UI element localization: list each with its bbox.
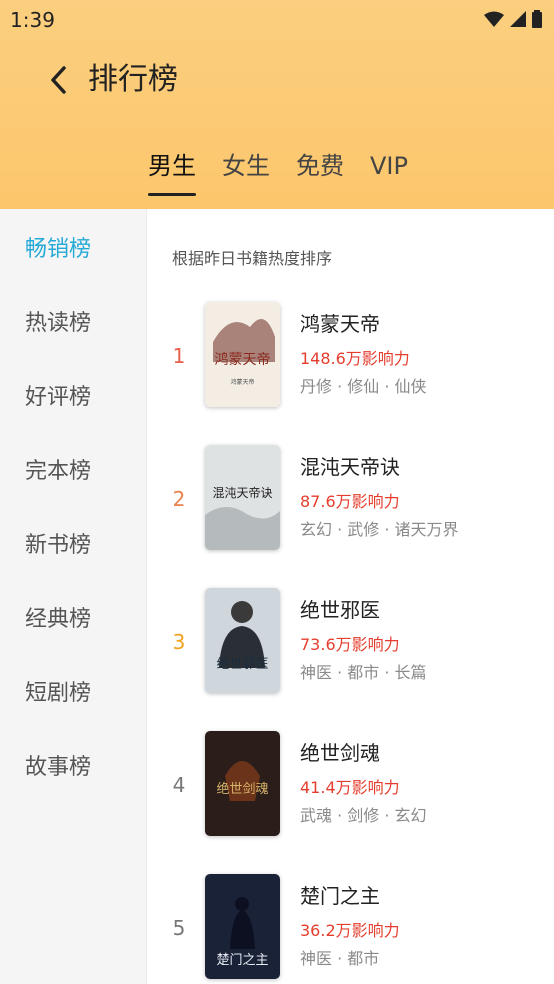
status-time: 1:39: [10, 8, 55, 32]
book-influence: 73.6万影响力: [300, 635, 400, 654]
gender-tabs: 男生 女生 免费 VIP: [148, 148, 408, 196]
header: 1:39 排行榜 男生 女生 免费 VIP: [0, 0, 554, 209]
rank-number: 1: [172, 344, 186, 368]
book-tags: 武魂 · 剑修 · 玄幻: [300, 806, 427, 825]
book-cover: 楚门之主: [205, 874, 280, 979]
svg-text:混沌天帝诀: 混沌天帝诀: [212, 485, 272, 500]
ranking-list: 根据昨日书籍热度排序 1 鸿蒙天帝 鸿蒙天帝 鸿蒙天帝 148.6万影响力 丹修…: [147, 209, 554, 984]
book-title: 楚门之主: [300, 884, 380, 908]
book-influence: 148.6万影响力: [300, 349, 410, 368]
svg-text:鸿蒙天帝: 鸿蒙天帝: [230, 378, 254, 386]
svg-text:鸿蒙天帝: 鸿蒙天帝: [215, 351, 271, 368]
rank-number: 4: [172, 773, 186, 797]
tab-female[interactable]: 女生: [222, 148, 270, 184]
sidebar-item-hot-reading[interactable]: 热读榜: [25, 305, 91, 337]
book-tags: 丹修 · 修仙 · 仙侠: [300, 377, 427, 396]
svg-text:楚门之主: 楚门之主: [216, 953, 268, 968]
status-bar: 1:39: [0, 0, 554, 40]
book-item[interactable]: 5 楚门之主 楚门之主 36.2万影响力 神医 · 都市: [147, 874, 554, 984]
sidebar-item-short-drama[interactable]: 短剧榜: [25, 675, 91, 707]
book-title: 鸿蒙天帝: [300, 312, 380, 336]
wifi-icon: [484, 11, 504, 27]
rank-number: 5: [172, 916, 186, 940]
list-subtitle: 根据昨日书籍热度排序: [172, 249, 333, 268]
book-item[interactable]: 1 鸿蒙天帝 鸿蒙天帝 鸿蒙天帝 148.6万影响力 丹修 · 修仙 · 仙侠: [147, 302, 554, 412]
sidebar-item-story[interactable]: 故事榜: [25, 749, 91, 781]
book-item[interactable]: 2 混沌天帝诀 混沌天帝诀 87.6万影响力 玄幻 · 武修 · 诸天万界: [147, 445, 554, 555]
book-title: 混沌天帝诀: [300, 455, 400, 479]
sidebar-item-new-books[interactable]: 新书榜: [25, 527, 91, 559]
book-tags: 神医 · 都市 · 长篇: [300, 663, 427, 682]
book-cover: 绝世邪医: [205, 588, 280, 693]
tab-vip[interactable]: VIP: [370, 148, 408, 184]
book-item[interactable]: 4 绝世剑魂 绝世剑魂 41.4万影响力 武魂 · 剑修 · 玄幻: [147, 731, 554, 841]
tab-free[interactable]: 免费: [296, 148, 344, 184]
tab-male[interactable]: 男生: [148, 148, 196, 196]
book-title: 绝世邪医: [300, 598, 380, 622]
page-title: 排行榜: [88, 62, 178, 97]
book-cover: 混沌天帝诀: [205, 445, 280, 550]
book-cover: 绝世剑魂: [205, 731, 280, 836]
book-title: 绝世剑魂: [300, 741, 380, 765]
svg-text:绝世邪医: 绝世邪医: [216, 656, 268, 672]
sidebar-item-top-rated[interactable]: 好评榜: [25, 379, 91, 411]
book-tags: 玄幻 · 武修 · 诸天万界: [300, 520, 459, 539]
back-arrow-icon: [51, 66, 66, 94]
book-tags: 神医 · 都市: [300, 949, 380, 968]
status-icons: [484, 10, 542, 28]
ranking-sidebar: 畅销榜 热读榜 好评榜 完本榜 新书榜 经典榜 短剧榜 故事榜: [0, 209, 147, 984]
book-influence: 41.4万影响力: [300, 778, 400, 797]
signal-icon: [510, 11, 526, 27]
svg-text:绝世剑魂: 绝世剑魂: [216, 781, 268, 797]
book-influence: 36.2万影响力: [300, 921, 400, 940]
book-item[interactable]: 3 绝世邪医 绝世邪医 73.6万影响力 神医 · 都市 · 长篇: [147, 588, 554, 698]
back-button[interactable]: [40, 60, 76, 100]
battery-icon: [532, 10, 542, 28]
sidebar-item-classic[interactable]: 经典榜: [25, 601, 91, 633]
book-influence: 87.6万影响力: [300, 492, 400, 511]
rank-number: 2: [172, 487, 186, 511]
sidebar-item-bestseller[interactable]: 畅销榜: [25, 231, 91, 263]
rank-number: 3: [172, 630, 186, 654]
book-cover: 鸿蒙天帝 鸿蒙天帝: [205, 302, 280, 407]
sidebar-item-completed[interactable]: 完本榜: [25, 453, 91, 485]
